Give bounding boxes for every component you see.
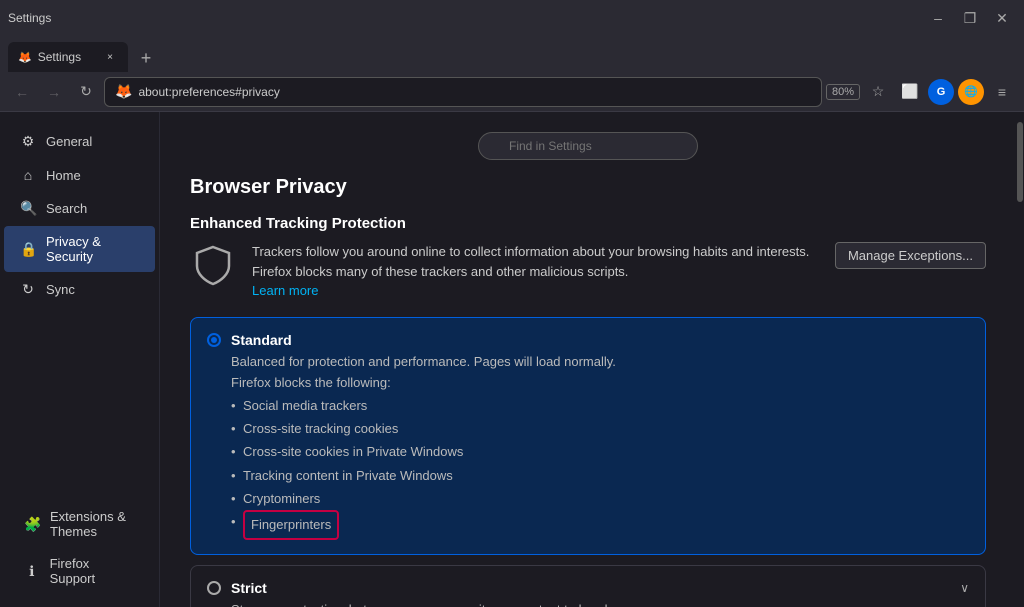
profile1-button[interactable]: G [928,79,954,105]
blocks-label: Firefox blocks the following: [207,375,969,390]
scrollbar-thumb[interactable] [1017,122,1023,202]
pocket-button[interactable]: ⬜ [896,78,924,106]
block-item-cryptominers: Cryptominers [243,487,969,510]
sidebar-item-home-label: Home [46,168,81,183]
sidebar-item-extensions[interactable]: 🧩 Extensions & Themes [8,501,152,547]
standard-option-header: Standard [207,332,969,348]
find-settings-input[interactable] [478,132,698,160]
sidebar-item-home[interactable]: ⌂ Home [4,159,155,191]
strict-option-card: Strict ∨ Stronger protection, but may ca… [190,565,986,607]
support-icon: ℹ [24,563,40,580]
find-settings-bar: 🔍 [190,132,986,160]
block-item-cross-site-cookies: Cross-site tracking cookies [243,417,969,440]
sidebar-item-privacy[interactable]: 🔒 Privacy & Security [4,226,155,272]
address-text: about:preferences#privacy [138,85,279,99]
block-item-fingerprinters: Fingerprinters [243,510,969,539]
bookmark-button[interactable]: ☆ [864,78,892,106]
block-item-social: Social media trackers [243,394,969,417]
shield-icon [190,242,236,288]
settings-tab[interactable]: 🦊 Settings × [8,42,128,72]
home-icon: ⌂ [20,167,36,183]
address-bar[interactable]: 🦊 about:preferences#privacy [104,77,822,107]
settings-tab-close[interactable]: × [102,49,118,65]
sidebar-item-support-label: Firefox Support [50,556,136,586]
sidebar-item-extensions-label: Extensions & Themes [50,509,136,539]
settings-tab-label: Settings [38,50,81,64]
sidebar-item-search-label: Search [46,201,87,216]
sidebar-item-support[interactable]: ℹ Firefox Support [8,548,152,594]
etp-section-title: Enhanced Tracking Protection [190,215,986,232]
zoom-level[interactable]: 80% [826,84,860,100]
strict-collapse-button[interactable]: ∨ [960,581,969,595]
general-icon: ⚙ [20,133,36,150]
extensions-icon: 🧩 [24,516,40,533]
strict-radio[interactable] [207,581,221,595]
strict-label: Strict [231,580,267,596]
sidebar-item-sync[interactable]: ↻ Sync [4,273,155,306]
privacy-icon: 🔒 [20,241,36,258]
sidebar-item-privacy-label: Privacy & Security [46,234,139,264]
minimize-button[interactable]: – [924,9,952,27]
titlebar-controls: – ❐ ✕ [924,9,1016,27]
block-item-tracking-private: Tracking content in Private Windows [243,464,969,487]
sidebar-item-search[interactable]: 🔍 Search [4,192,155,225]
fingerprinters-highlight: Fingerprinters [243,510,339,539]
titlebar-title: Settings [8,11,916,25]
fingerprinters-text: Fingerprinters [251,513,331,536]
forward-button[interactable]: → [40,78,68,106]
strict-option-header: Strict ∨ [207,580,969,596]
etp-description-text: Trackers follow you around online to col… [252,244,809,279]
sidebar-item-general-label: General [46,134,92,149]
new-tab-button[interactable]: + [132,44,160,72]
sidebar: ⚙ General ⌂ Home 🔍 Search 🔒 Privacy & Se… [0,112,160,607]
standard-radio[interactable] [207,333,221,347]
etp-description: Trackers follow you around online to col… [252,242,819,301]
tab-strip: 🦊 Settings × + [0,36,1024,72]
etp-box: Trackers follow you around online to col… [190,242,986,301]
profile2-button[interactable]: 🌐 [958,79,984,105]
standard-option-card: Standard Balanced for protection and per… [190,317,986,555]
toolbar-right: 80% ☆ ⬜ G 🌐 ≡ [826,78,1016,106]
firefox-logo-icon: 🦊 [115,83,132,100]
main-layout: ⚙ General ⌂ Home 🔍 Search 🔒 Privacy & Se… [0,112,1024,607]
back-button[interactable]: ← [8,78,36,106]
sidebar-item-general[interactable]: ⚙ General [4,125,155,158]
standard-label: Standard [231,332,292,348]
sync-icon: ↻ [20,281,36,298]
settings-tab-icon: 🦊 [18,51,32,64]
maximize-button[interactable]: ❐ [956,9,984,27]
strict-description: Stronger protection, but may cause some … [207,602,969,607]
close-button[interactable]: ✕ [988,9,1016,27]
sidebar-item-sync-label: Sync [46,282,75,297]
block-item-private-cookies: Cross-site cookies in Private Windows [243,440,969,463]
manage-exceptions-button[interactable]: Manage Exceptions... [835,242,986,269]
menu-button[interactable]: ≡ [988,78,1016,106]
blocks-list: Social media trackers Cross-site trackin… [207,394,969,540]
titlebar: Settings – ❐ ✕ [0,0,1024,36]
find-wrapper: 🔍 [478,132,698,160]
search-sidebar-icon: 🔍 [20,200,36,217]
content-area: 🔍 Browser Privacy Enhanced Tracking Prot… [160,112,1016,607]
page-title: Browser Privacy [190,176,986,199]
standard-description: Balanced for protection and performance.… [207,354,969,369]
reload-button[interactable]: ↻ [72,78,100,106]
scrollbar-track[interactable] [1016,112,1024,607]
sidebar-bottom: 🧩 Extensions & Themes ℹ Firefox Support [0,500,160,595]
toolbar: ← → ↻ 🦊 about:preferences#privacy 80% ☆ … [0,72,1024,112]
etp-learn-more-link[interactable]: Learn more [252,283,318,298]
